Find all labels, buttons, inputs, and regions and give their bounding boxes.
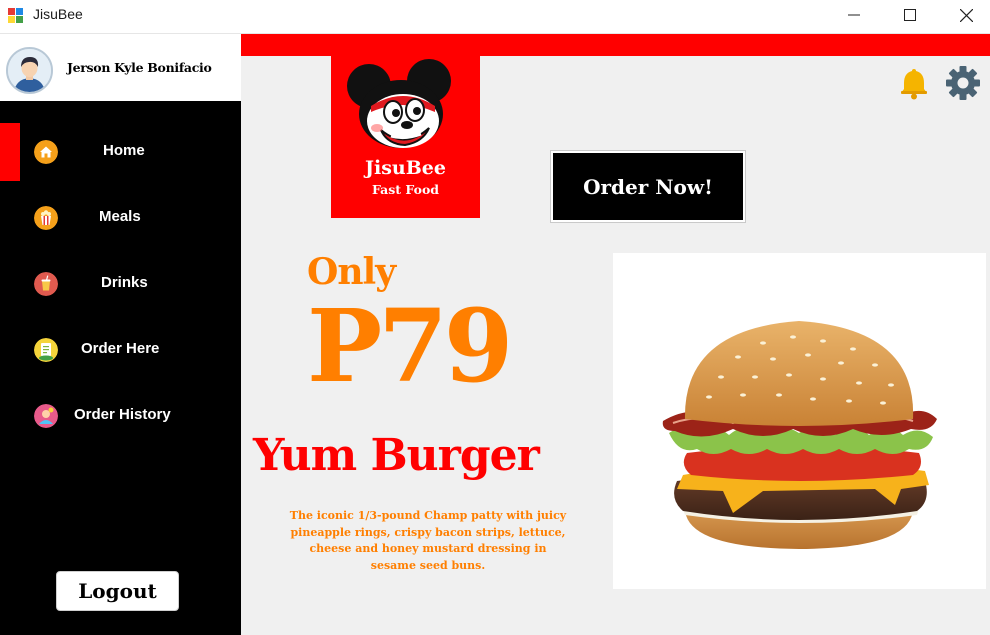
sidebar-item-drinks[interactable]: Drinks — [0, 255, 241, 313]
promo-prefix: Only — [307, 251, 396, 293]
avatar[interactable] — [6, 47, 53, 94]
user-avatar-icon — [8, 49, 51, 92]
order-history-icon — [34, 404, 58, 428]
maximize-icon — [904, 9, 916, 21]
gear-icon[interactable] — [945, 65, 981, 101]
product-name: Yum Burger — [253, 430, 540, 481]
sidebar-item-label: Drinks — [101, 274, 148, 291]
burger-image — [662, 321, 937, 549]
product-description: The iconic 1/3-pound Champ patty with ju… — [289, 509, 567, 572]
drinks-icon — [34, 272, 58, 296]
brand-logo: JisuBee Fast Food — [331, 56, 480, 218]
minimize-button[interactable] — [826, 0, 882, 30]
maximize-button[interactable] — [882, 0, 938, 30]
logo-subtitle: Fast Food — [371, 182, 440, 197]
order-now-button[interactable]: Order Now! — [550, 150, 746, 223]
user-name: Jerson Kyle Bonifacio — [67, 60, 212, 75]
sidebar-item-order-history[interactable]: Order History — [0, 387, 241, 445]
meals-icon — [34, 206, 58, 230]
bell-icon[interactable] — [897, 66, 931, 100]
promo-price: P79 — [307, 287, 513, 405]
title-bar: JisuBee — [0, 0, 990, 34]
burger-image-panel — [613, 253, 986, 589]
sidebar-item-order-here[interactable]: Order Here — [0, 321, 241, 379]
sidebar-item-label: Order History — [74, 406, 171, 423]
close-button[interactable] — [938, 0, 990, 30]
window-title: JisuBee — [33, 6, 83, 22]
main-content: JisuBee Fast Food Order Now! Only P79 Yu… — [241, 34, 990, 635]
sidebar-item-meals[interactable]: Meals — [0, 189, 241, 247]
user-profile: Jerson Kyle Bonifacio — [0, 34, 241, 101]
logo-name: JisuBee — [365, 157, 446, 179]
sidebar-item-label: Meals — [99, 208, 141, 225]
sidebar-item-label: Order Here — [81, 340, 160, 357]
close-icon — [959, 8, 973, 22]
app-icon — [8, 8, 24, 24]
sidebar: Jerson Kyle Bonifacio Home Meals Drinks — [0, 34, 241, 635]
minimize-icon — [848, 14, 860, 16]
home-icon — [34, 140, 58, 164]
logout-button[interactable]: Logout — [56, 571, 179, 611]
top-red-band — [241, 34, 990, 56]
bee-mascot-icon — [347, 59, 451, 148]
sidebar-item-home[interactable]: Home — [0, 123, 241, 181]
sidebar-item-label: Home — [103, 142, 145, 159]
order-here-icon — [34, 338, 58, 362]
